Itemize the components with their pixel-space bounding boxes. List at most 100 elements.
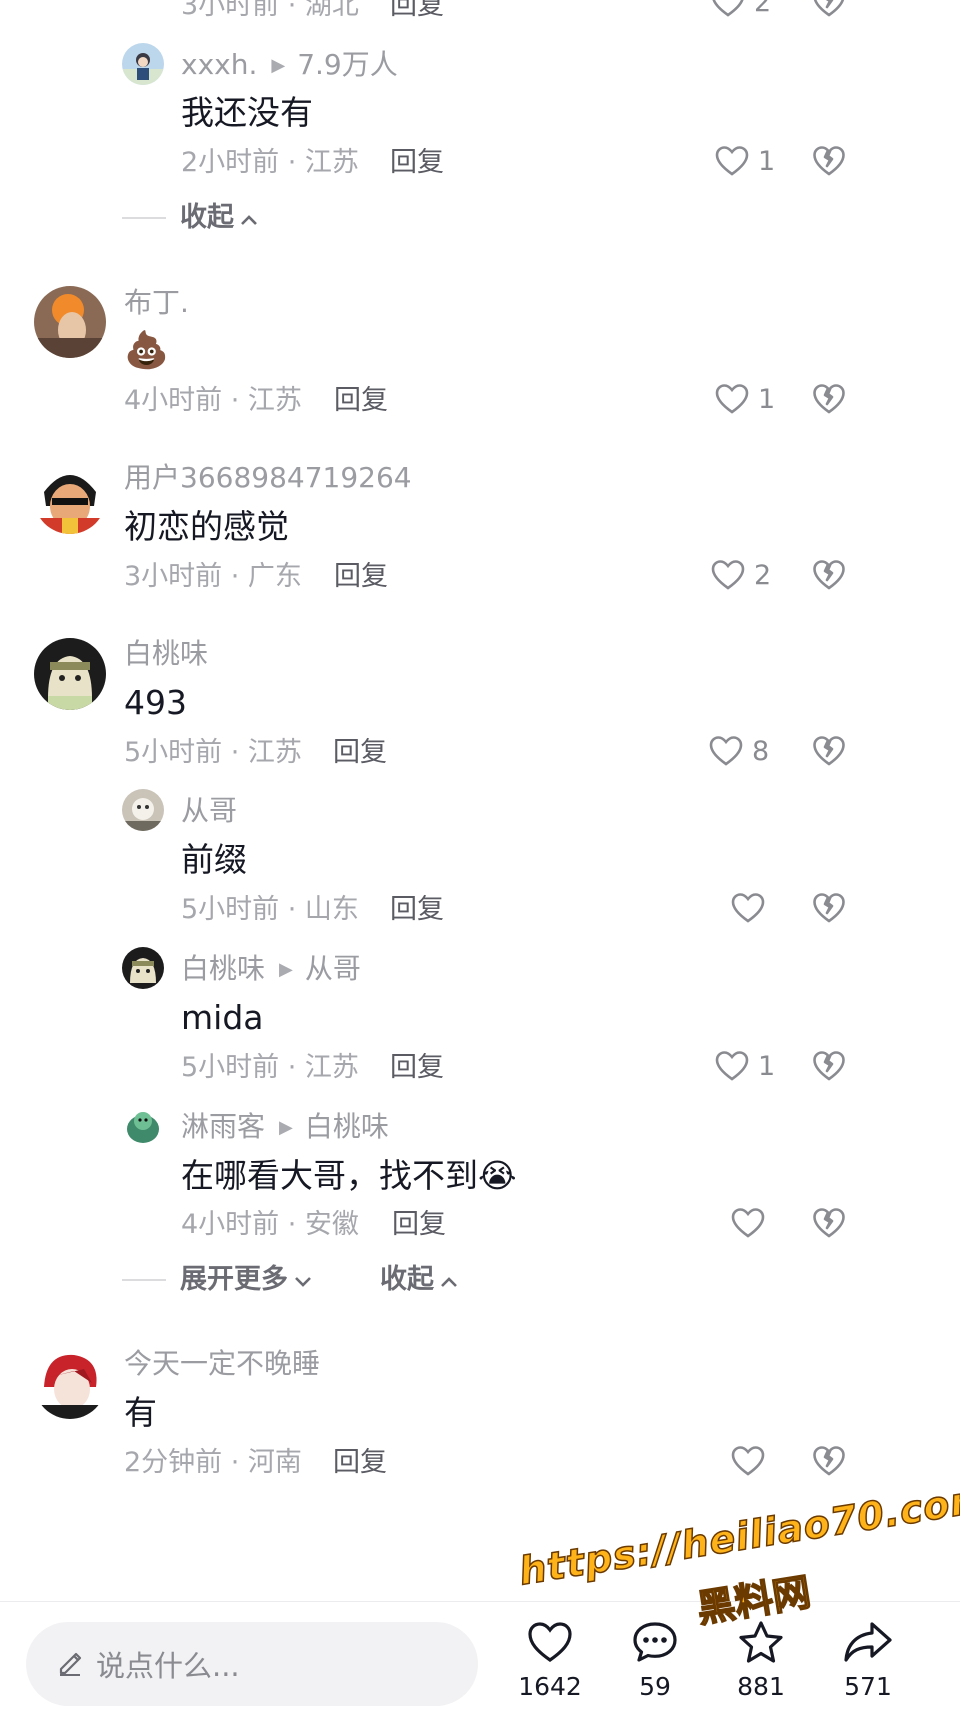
comment-text: 前缀 bbox=[181, 840, 247, 879]
like-button[interactable]: 1 bbox=[714, 383, 775, 415]
share-count: 571 bbox=[844, 1672, 892, 1701]
share-arrow-icon bbox=[844, 1622, 892, 1662]
dislike-button[interactable] bbox=[812, 0, 846, 18]
heart-icon bbox=[712, 0, 744, 17]
reply-button[interactable]: 回复 bbox=[390, 149, 444, 176]
author-name[interactable]: 淋雨客 bbox=[181, 1110, 265, 1143]
divider bbox=[122, 216, 166, 219]
watermark: https://heiliao70.com 黑料网 bbox=[515, 1475, 960, 1632]
comment-author[interactable]: 从哥 bbox=[181, 797, 237, 825]
comment-author[interactable]: xxxh. ▶ 7.9万人 bbox=[181, 51, 398, 79]
like-button[interactable] bbox=[730, 892, 774, 924]
like-button[interactable] bbox=[730, 1207, 774, 1239]
author-name[interactable]: xxxh. bbox=[181, 48, 257, 81]
avatar[interactable] bbox=[34, 1347, 106, 1419]
like-count: 1 bbox=[758, 1050, 776, 1082]
comment-meta: 5小时前 · 山东 bbox=[181, 894, 359, 925]
comment-meta: 4小时前 · 江苏 bbox=[124, 385, 302, 416]
like-button[interactable]: 8 bbox=[708, 735, 769, 767]
comment-author[interactable]: 白桃味 bbox=[124, 640, 208, 668]
avatar[interactable] bbox=[34, 286, 106, 358]
broken-heart-icon bbox=[813, 384, 845, 414]
avatar[interactable] bbox=[122, 789, 164, 831]
avatar[interactable] bbox=[122, 43, 164, 85]
avatar[interactable] bbox=[122, 1105, 164, 1147]
comment-author[interactable]: 布丁. bbox=[124, 289, 189, 317]
comment-meta: 2小时前 · 江苏 bbox=[181, 147, 359, 178]
like-button[interactable]: 1 bbox=[714, 1050, 775, 1082]
like-button[interactable]: 2 bbox=[710, 559, 771, 591]
broken-heart-icon bbox=[813, 1446, 845, 1476]
avatar[interactable] bbox=[34, 462, 106, 534]
comment-meta: 2分钟前 · 河南 bbox=[124, 1447, 302, 1478]
heart-icon bbox=[731, 893, 765, 923]
reply-button[interactable]: 回复 bbox=[333, 739, 387, 766]
like-count: 2 bbox=[754, 0, 772, 18]
share-action[interactable]: 571 bbox=[823, 1620, 913, 1699]
like-button[interactable]: 1 bbox=[714, 145, 775, 177]
heart-icon bbox=[528, 1622, 572, 1662]
reply-to-name[interactable]: 从哥 bbox=[305, 952, 361, 985]
like-button[interactable]: 2 bbox=[710, 0, 771, 18]
like-count: 2 bbox=[754, 559, 772, 591]
dislike-button[interactable] bbox=[812, 383, 846, 415]
broken-heart-icon bbox=[813, 893, 845, 923]
comment-bubble-icon bbox=[633, 1622, 677, 1662]
like-action[interactable]: 1642 bbox=[505, 1620, 595, 1699]
heart-icon bbox=[715, 146, 749, 176]
comment-author[interactable]: 用户3668984719264 bbox=[124, 464, 412, 492]
broken-heart-icon bbox=[813, 1051, 845, 1081]
avatar[interactable] bbox=[34, 638, 106, 710]
dislike-button[interactable] bbox=[812, 145, 846, 177]
bottom-action-bar: 说点什么... 1642 59 881 571 bbox=[0, 1601, 960, 1712]
reply-button[interactable]: 回复 bbox=[334, 387, 388, 414]
collapse-replies-button[interactable]: 收起 bbox=[122, 204, 258, 231]
broken-heart-icon bbox=[813, 146, 845, 176]
comment-meta: 3小时前 · 湖北 bbox=[181, 0, 359, 21]
dislike-button[interactable] bbox=[812, 559, 846, 591]
comment-action[interactable]: 59 bbox=[610, 1620, 700, 1699]
broken-heart-icon bbox=[813, 1208, 845, 1238]
reply-button[interactable]: 回复 bbox=[390, 896, 444, 923]
expand-more-label: 展开更多 bbox=[180, 1264, 288, 1295]
comment-meta: 3小时前 · 广东 bbox=[124, 561, 302, 592]
comment-input[interactable]: 说点什么... bbox=[26, 1622, 478, 1706]
reply-to-name[interactable]: 7.9万人 bbox=[297, 48, 398, 81]
dislike-button[interactable] bbox=[812, 892, 846, 924]
collapse-label: 收起 bbox=[180, 202, 234, 233]
dislike-button[interactable] bbox=[812, 1207, 846, 1239]
comment-text: 有 bbox=[124, 1393, 157, 1432]
reply-to-name[interactable]: 白桃味 bbox=[305, 1110, 389, 1143]
comment-meta: 5小时前 · 江苏 bbox=[181, 1052, 359, 1083]
author-name[interactable]: 白桃味 bbox=[181, 952, 265, 985]
dislike-button[interactable] bbox=[812, 735, 846, 767]
heart-icon bbox=[711, 560, 745, 590]
chevron-up-icon bbox=[240, 204, 258, 231]
comment-meta: 5小时前 · 江苏 bbox=[124, 737, 302, 768]
reply-button[interactable]: 回复 bbox=[390, 0, 444, 19]
reply-button[interactable]: 回复 bbox=[334, 563, 388, 590]
comment-author[interactable]: 淋雨客 ▶ 白桃味 bbox=[181, 1113, 389, 1141]
collapse-replies-button[interactable]: 收起 bbox=[380, 1266, 458, 1293]
comment-text: 初恋的感觉 bbox=[124, 507, 289, 546]
chevron-down-icon bbox=[294, 1266, 312, 1293]
dislike-button[interactable] bbox=[812, 1445, 846, 1477]
favorite-action[interactable]: 881 bbox=[716, 1620, 806, 1699]
expand-more-button[interactable]: 展开更多 bbox=[122, 1266, 312, 1293]
like-button[interactable] bbox=[730, 1445, 774, 1477]
reply-button[interactable]: 回复 bbox=[392, 1211, 446, 1238]
comment-author[interactable]: 白桃味 ▶ 从哥 bbox=[181, 955, 361, 983]
comment-author[interactable]: 今天一定不晚睡 bbox=[124, 1350, 320, 1378]
comment-meta: 4小时前 · 安徽 bbox=[181, 1209, 359, 1240]
broken-heart-icon bbox=[813, 0, 845, 17]
dislike-button[interactable] bbox=[812, 1050, 846, 1082]
reply-button[interactable]: 回复 bbox=[333, 1449, 387, 1476]
comment-text: mida bbox=[181, 998, 264, 1037]
like-count: 1 bbox=[758, 145, 776, 177]
heart-icon bbox=[731, 1208, 765, 1238]
avatar[interactable] bbox=[122, 947, 164, 989]
pencil-icon bbox=[56, 1648, 84, 1680]
reply-button[interactable]: 回复 bbox=[390, 1054, 444, 1081]
chevron-up-icon bbox=[440, 1266, 458, 1293]
comment-text: 我还没有 bbox=[181, 93, 313, 132]
